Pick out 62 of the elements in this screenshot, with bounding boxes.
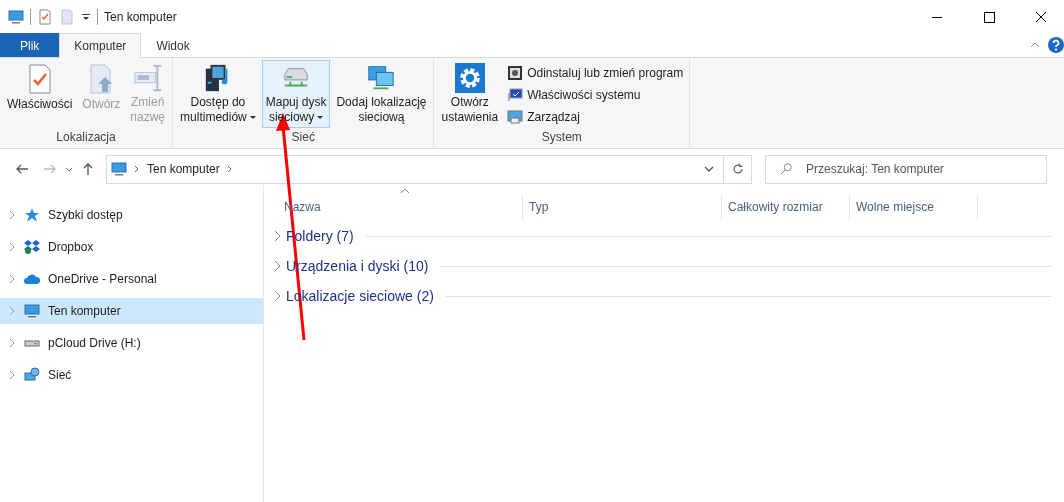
expand-icon[interactable] bbox=[272, 290, 282, 302]
button-label: Dostęp do multimediów bbox=[180, 95, 256, 125]
expand-icon[interactable] bbox=[8, 370, 16, 380]
expand-icon[interactable] bbox=[8, 274, 16, 284]
expand-icon[interactable] bbox=[272, 260, 282, 272]
refresh-button[interactable] bbox=[724, 154, 752, 184]
button-label: Dodaj lokalizację sieciową bbox=[336, 95, 427, 125]
system-monitor-icon bbox=[507, 87, 524, 103]
ribbon-button[interactable]: Otwórz ustawienia bbox=[437, 60, 503, 128]
collapse-ribbon-icon[interactable] bbox=[1030, 40, 1040, 50]
settings-icon bbox=[453, 63, 486, 93]
network-icon bbox=[24, 367, 40, 383]
properties-icon[interactable] bbox=[37, 8, 53, 25]
expand-icon[interactable] bbox=[8, 338, 16, 348]
breadcrumb[interactable]: Ten komputer bbox=[147, 162, 220, 176]
disc-icon bbox=[507, 65, 524, 81]
button-label: Otwórz bbox=[82, 97, 121, 112]
dropdown-icon[interactable] bbox=[703, 164, 715, 174]
refresh-icon bbox=[730, 162, 745, 176]
column-header[interactable]: Wolne miejsce bbox=[850, 194, 978, 220]
ribbon-tab[interactable]: Komputer bbox=[59, 33, 142, 58]
address-bar[interactable]: Ten komputer bbox=[106, 154, 724, 184]
expand-icon[interactable] bbox=[8, 242, 16, 252]
ribbon-button[interactable]: Właściwości bbox=[3, 60, 77, 128]
ribbon-button[interactable]: Zarządzaj bbox=[504, 107, 687, 127]
star-icon bbox=[24, 207, 40, 223]
expand-icon[interactable] bbox=[8, 306, 16, 316]
dropbox-icon bbox=[24, 239, 40, 255]
sidebar-item[interactable]: OneDrive - Personal bbox=[0, 266, 263, 292]
expand-icon[interactable] bbox=[272, 230, 282, 242]
ribbon-button[interactable]: Właściwości systemu bbox=[504, 85, 687, 105]
search-icon bbox=[779, 161, 793, 176]
chevron-icon[interactable] bbox=[225, 164, 234, 174]
button-label: Otwórz ustawienia bbox=[441, 95, 499, 125]
rename-icon bbox=[131, 63, 164, 93]
search-field[interactable]: Przeszukaj: Ten komputer bbox=[765, 154, 1047, 184]
help-icon[interactable] bbox=[1048, 37, 1064, 53]
ribbon-tab[interactable]: Plik bbox=[0, 33, 60, 57]
column-header[interactable]: Całkowity rozmiar bbox=[722, 194, 850, 220]
window-title: Ten komputer bbox=[104, 9, 177, 24]
column-header[interactable]: Typ bbox=[522, 194, 722, 220]
button-label: Właściwości bbox=[7, 97, 73, 112]
dropdown-icon[interactable] bbox=[81, 11, 91, 22]
ribbon-tab[interactable]: Widok bbox=[141, 33, 205, 57]
sidebar-item[interactable]: Ten komputer bbox=[0, 298, 263, 324]
chevron-icon bbox=[133, 164, 141, 174]
group-label: Lokalizacja bbox=[56, 130, 116, 146]
ribbon-button[interactable]: Dodaj lokalizację sieciową bbox=[332, 60, 431, 128]
sidebar-item[interactable]: Sieć bbox=[0, 362, 263, 388]
sidebar-item[interactable]: Szybki dostęp bbox=[0, 202, 263, 228]
computer-icon bbox=[24, 303, 40, 319]
computer-manage-icon bbox=[507, 109, 524, 125]
expand-icon[interactable] bbox=[8, 210, 16, 220]
computer-icon bbox=[111, 161, 127, 177]
button-label: Zmień nazwę bbox=[130, 95, 166, 125]
group-label: Sieć bbox=[291, 130, 315, 146]
group-label: System bbox=[541, 130, 582, 146]
sidebar-item[interactable]: pCloud Drive (H:) bbox=[0, 330, 263, 356]
computer-icon bbox=[8, 8, 24, 25]
ribbon-button[interactable]: Dostęp do multimediów bbox=[176, 60, 260, 128]
ribbon-button[interactable]: Odinstaluj lub zmień program bbox=[504, 63, 687, 83]
sidebar-item[interactable]: Dropbox bbox=[0, 234, 263, 260]
